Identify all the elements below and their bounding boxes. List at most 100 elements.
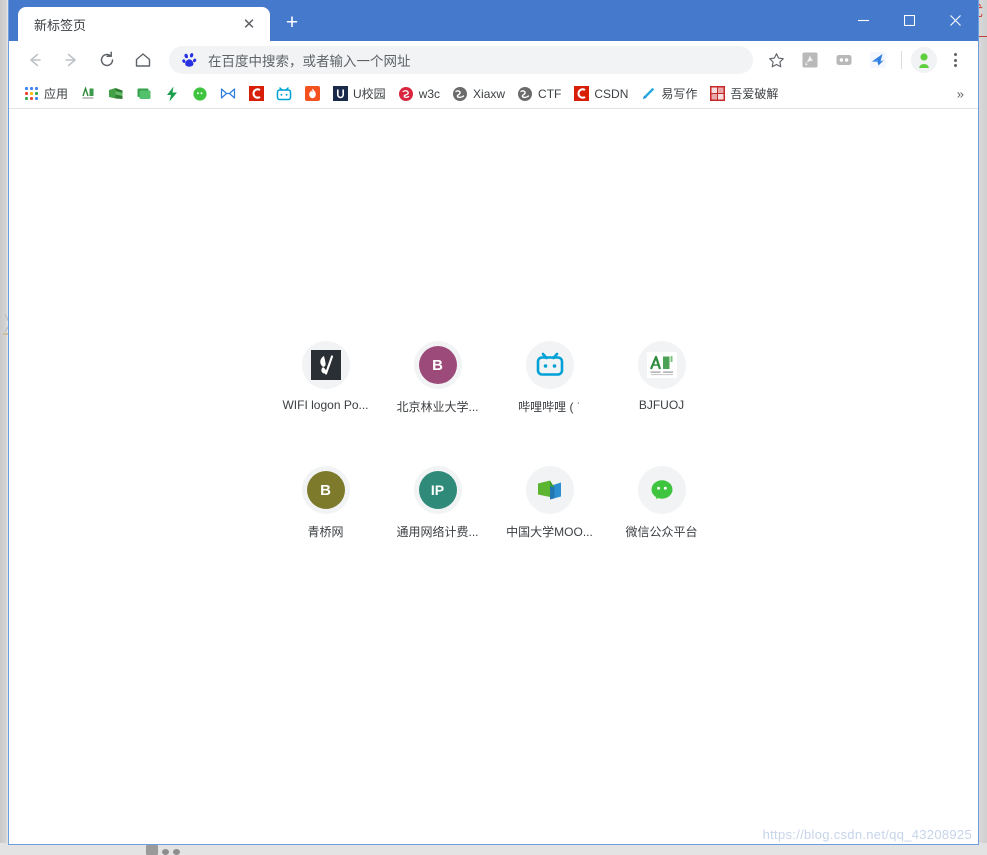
bookmark-w3c[interactable]: w3c [392,83,446,105]
back-button[interactable] [20,45,50,75]
bookmark-bjfu[interactable] [74,83,102,105]
shortcut-tile[interactable]: 微信公众平台 [606,462,718,540]
bilibili-tv-icon [525,341,574,389]
shortcut-label: 哔哩哔哩 ( ˙ [518,400,581,414]
reload-button[interactable] [92,45,122,75]
new-tab-page: WIFI logon Po... B 北京林业大学... 哔哩哔哩 (˙ BJ… [9,109,978,844]
bjfu-logo-icon [80,86,96,102]
bookmark-label: w3c [418,86,441,101]
reload-icon [100,51,114,67]
shortcut-tile[interactable]: WIFI logon Po... [270,337,382,415]
bookmark-c-red[interactable] [242,83,270,105]
shortcut-tile[interactable]: IP 通用网络计费... [382,462,494,540]
bookmark-csdn[interactable]: CSDN [567,83,634,105]
green-screen-icon [136,86,152,102]
bookmark-lightning[interactable] [158,83,186,105]
taskbar-icons [146,845,180,855]
badge-letter: B [306,471,345,509]
shortcut-label: 微信公众平台 [625,525,698,539]
address-bar-placeholder: 在百度中搜索，或者输入一个网址 [208,54,411,69]
close-window-button[interactable] [932,0,978,41]
bookmarks-bar: 应用 U校园 w3c Xiaxw CTF CSDN 易写作 吾爱破解 » [9,79,978,109]
wechat-icon [192,86,208,102]
shortcut-label: WIFI logon Po... [282,398,369,412]
back-arrow-icon [30,53,41,67]
shortcut-label: 通用网络计费... [396,525,479,539]
avatar-icon [919,53,929,68]
letter-badge-icon: IP [413,466,462,514]
bookmark-flame[interactable] [298,83,326,105]
shortcut-tile[interactable]: 哔哩哔哩 ( ˙ [494,337,606,415]
bookmark-wechat[interactable] [186,83,214,105]
badge-letter: IP [418,471,457,509]
browser-menu-button[interactable] [942,46,968,74]
window-controls [840,0,978,41]
title-bar: 新标签页 ✕ + [9,0,978,41]
bookmark-label: 易写作 [661,87,698,101]
home-button[interactable] [128,45,158,75]
bookmark-52pojie[interactable]: 吾爱破解 [703,82,784,105]
new-tab-button[interactable]: + [278,9,306,37]
bookmarks-overflow-button[interactable]: » [951,84,970,103]
minimize-button[interactable] [840,0,886,41]
menu-dot-3 [953,64,957,67]
shortcut-tile[interactable]: 中国大学MOO... [494,462,606,540]
u-campus-icon [332,86,348,102]
taskbar-icon-2 [162,849,169,855]
address-bar[interactable]: 在百度中搜索，或者输入一个网址 [169,46,753,74]
bookmark-bilibili[interactable] [270,83,298,105]
shortcut-tile[interactable]: B 北京林业大学... [382,337,494,415]
bookmark-xiaxw[interactable]: Xiaxw [446,83,511,105]
netease-music-icon [220,86,236,102]
maximize-button[interactable] [886,0,932,41]
shortcut-label: 青桥网 [307,525,344,539]
bookmark-apps-label: 应用 [44,87,69,101]
bookmark-yixiezuo[interactable]: 易写作 [634,82,703,105]
menu-dot-1 [953,53,957,56]
baidu-paw-icon [181,52,198,69]
bookmark-label: 吾爱破解 [730,87,779,101]
shortcut-tile[interactable]: BJFUOJ [606,337,718,415]
shortcuts-grid: WIFI logon Po... B 北京林业大学... 哔哩哔哩 (˙ BJ… [270,337,718,540]
bookmark-u-campus[interactable]: U校园 [326,82,392,105]
bookmark-label: CTF [538,86,562,101]
tab-title: 新标签页 [34,17,87,33]
forward-arrow-icon [65,53,76,67]
home-icon [135,53,151,67]
bookmark-green-screen[interactable] [130,83,158,105]
taskbar-icon-3 [173,849,180,855]
screen: 优 新标签页 ✕ + [0,0,987,855]
browser-toolbar: 在百度中搜索，或者输入一个网址 [9,41,978,79]
green-book-icon [108,86,124,102]
close-tab-icon[interactable]: ✕ [238,13,260,35]
w3c-icon [398,86,414,102]
flame-icon [304,86,320,102]
badge-letter: B [418,346,457,384]
shortcut-tile[interactable]: B 青桥网 [270,462,382,540]
lightning-icon [164,86,180,102]
letter-badge-icon: B [413,341,462,389]
bookmark-label: CSDN [594,86,629,101]
pdf-extension-icon[interactable] [796,46,824,74]
bookmark-star-icon[interactable] [762,46,790,74]
apps-grid-icon [23,86,39,102]
bookmark-netease-music[interactable] [214,83,242,105]
bird-extension-icon[interactable] [864,46,892,74]
maximize-icon [903,15,915,26]
bookmark-ctf[interactable]: CTF [511,83,567,105]
forward-button[interactable] [56,45,86,75]
c-red-icon [248,86,264,102]
bookmark-apps[interactable]: 应用 [17,82,74,105]
shortcut-label: 中国大学MOO... [506,525,593,539]
toolbar-divider [901,51,902,69]
seal-icon [709,86,725,102]
toolbar-extension-icon[interactable] [830,46,858,74]
browser-tab-active[interactable]: 新标签页 ✕ [18,7,270,41]
profile-avatar[interactable] [911,47,937,73]
csdn-icon [573,86,589,102]
close-icon [949,15,961,26]
bookmark-green-book[interactable] [102,83,130,105]
browser-window: 新标签页 ✕ + 在百度中搜索，或者输入一个网址 应用 U校园 w3c Xiax… [8,0,979,845]
mooc-book-icon [525,466,574,514]
shortcuts-grid-wrap: WIFI logon Po... B 北京林业大学... 哔哩哔哩 (˙ BJ… [9,337,978,540]
